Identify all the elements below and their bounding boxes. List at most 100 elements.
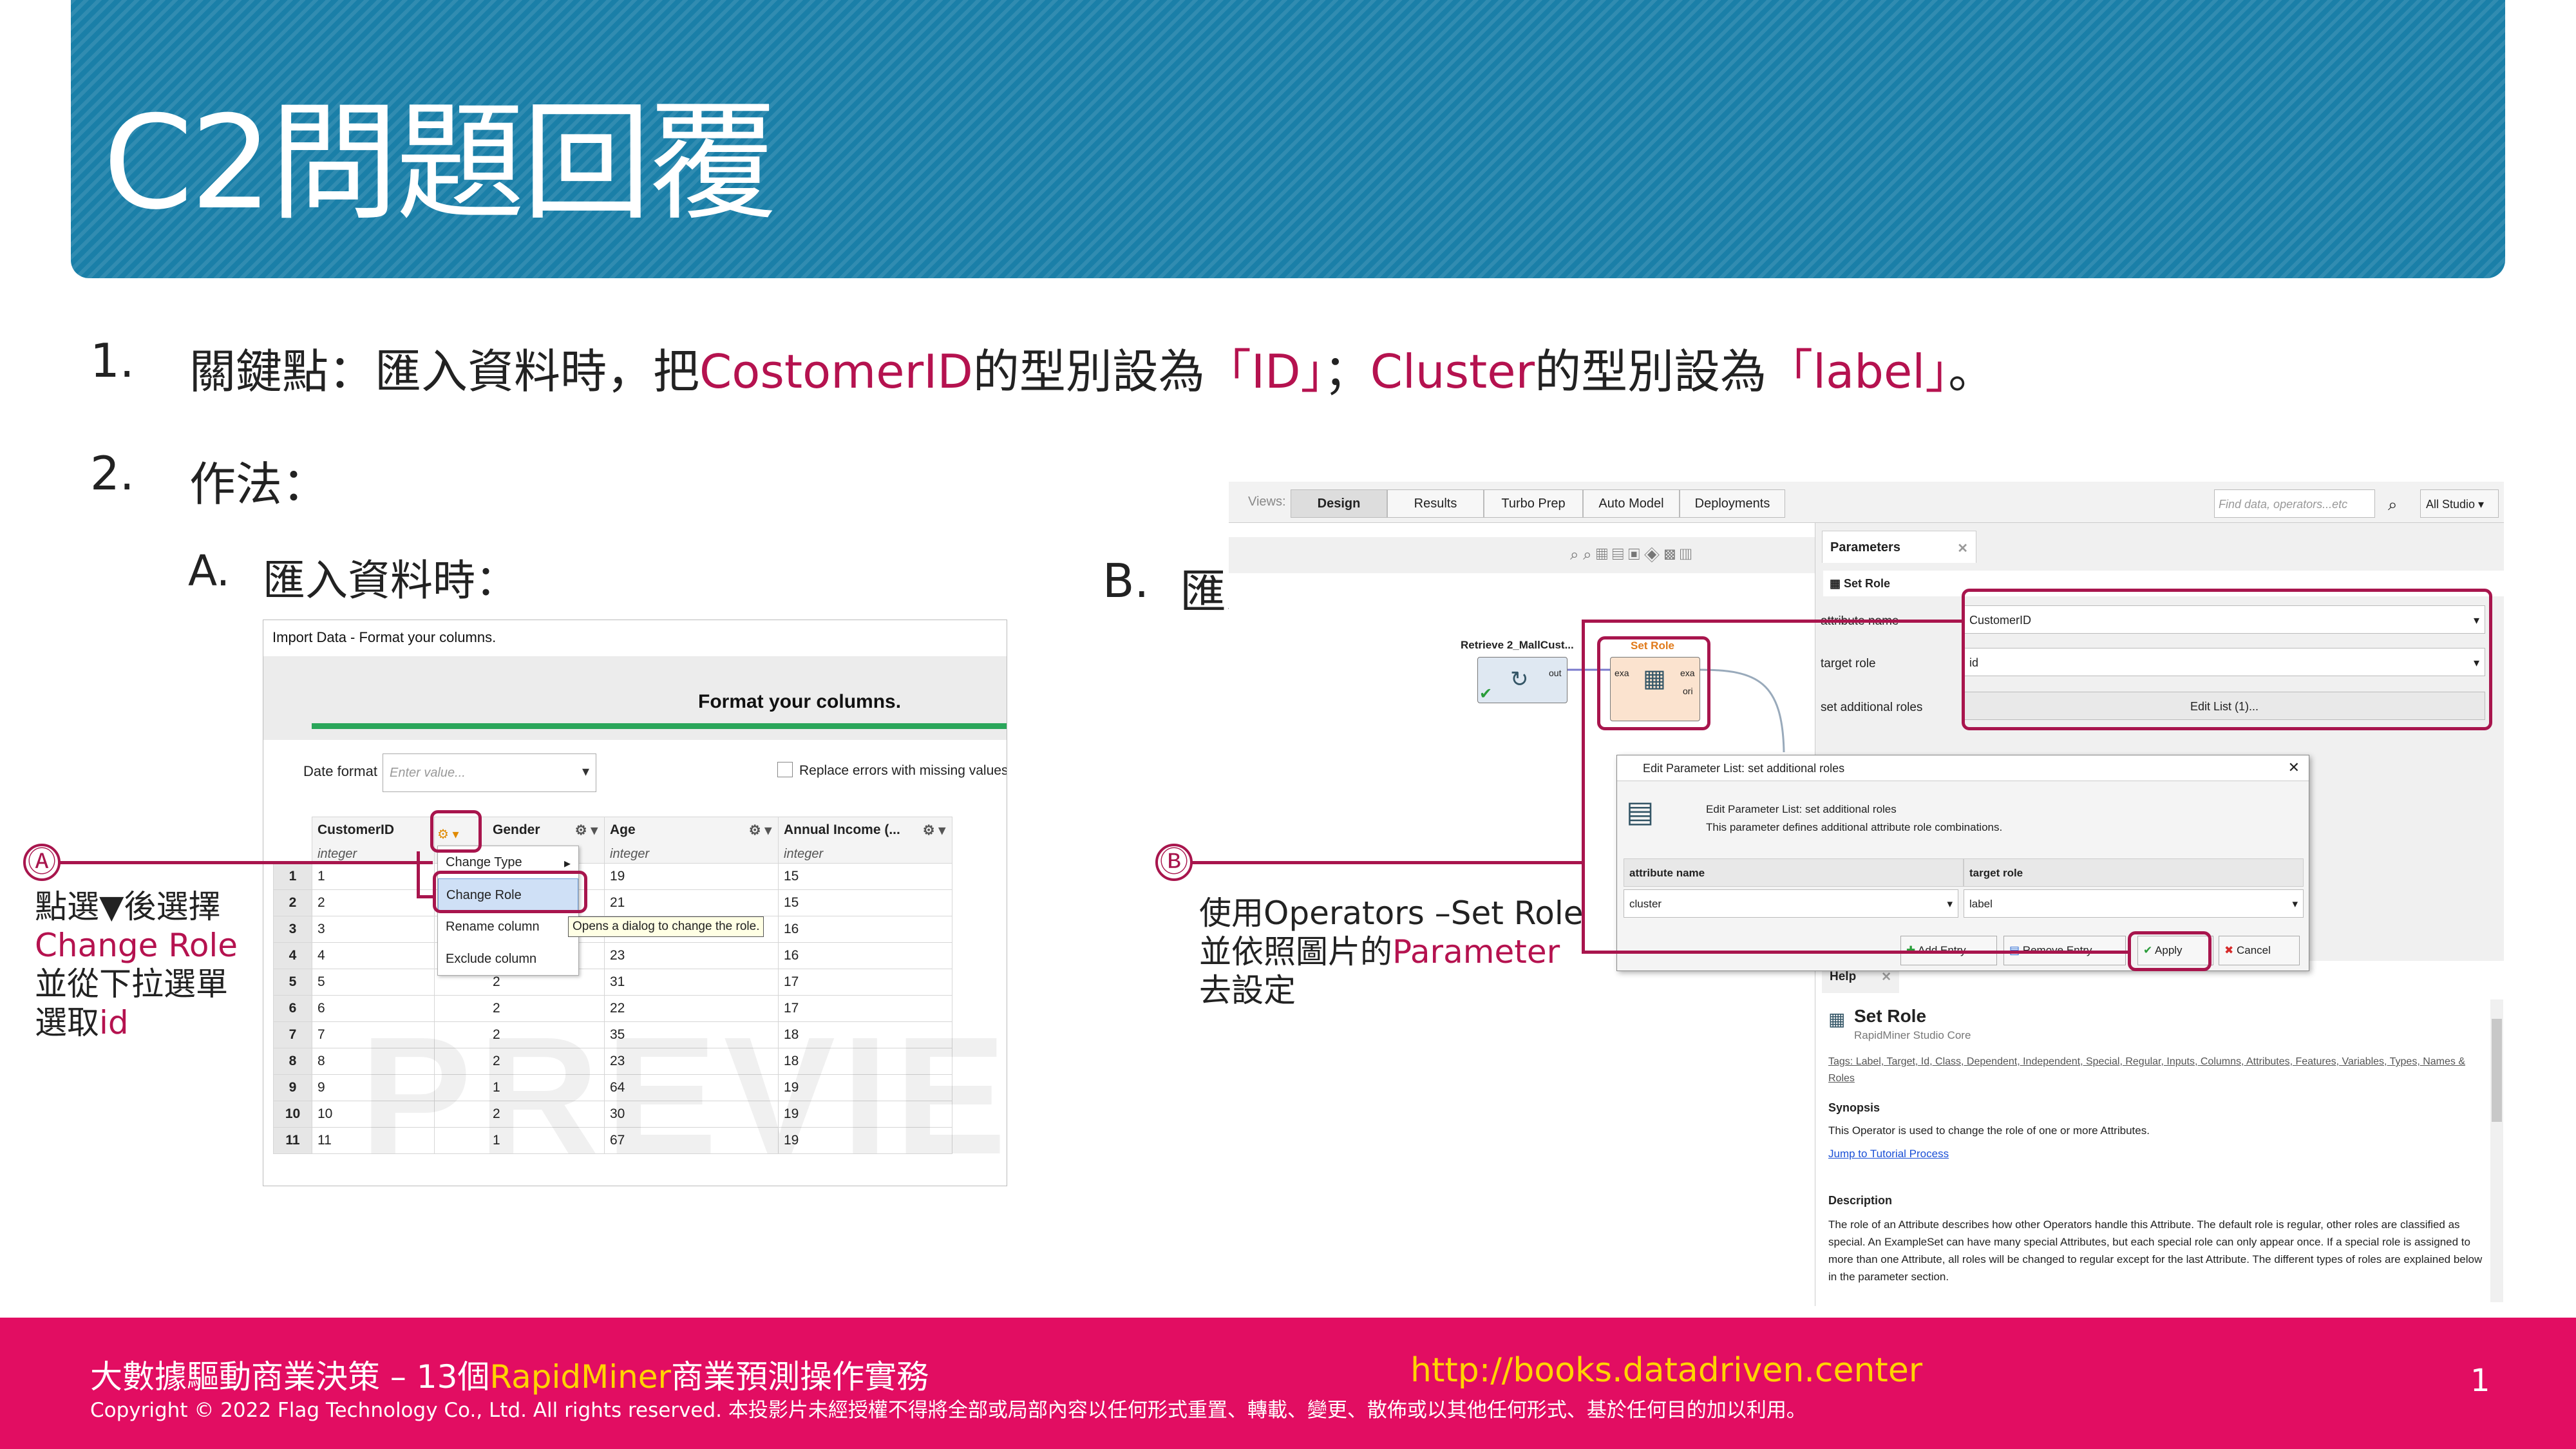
close-icon[interactable]: ✕ (1881, 970, 1891, 985)
dialog-titlebar: Edit Parameter List: set additional role… (1617, 755, 2309, 781)
date-format-input[interactable]: Enter value... ▾ (383, 753, 596, 792)
menu-item-exclude-column[interactable]: Exclude column (438, 943, 578, 975)
callout-b-operator-highlight (1597, 636, 1710, 730)
slide-title: C2問題回覆 (103, 88, 777, 238)
gear-icon[interactable]: ⚙ ▾ (923, 822, 945, 838)
callout-b-text: 使用Operators –Set Role 並依照圖片的Parameter 去設… (1199, 894, 1583, 1010)
menu-item-label: Change Type (446, 855, 522, 869)
column-type: integer (610, 847, 650, 861)
column-name: CustomerID (317, 822, 395, 837)
search-icon[interactable]: ⌕ (2388, 495, 2398, 515)
callout-b-connector (1582, 620, 1963, 623)
footer-copyright: Copyright © 2022 Flag Technology Co., Lt… (90, 1399, 1806, 1422)
point1-number: 1. (90, 334, 135, 388)
table-cell: 3 (312, 916, 435, 943)
parameters-tab-label: Parameters (1830, 540, 1900, 554)
scrollbar-thumb[interactable] (2492, 1019, 2502, 1122)
table-cell: 21 (604, 889, 779, 916)
chevron-down-icon[interactable]: ▾ (582, 763, 589, 780)
progress-line (312, 723, 1007, 729)
callout-a-line2: Change Role (35, 927, 238, 964)
import-heading: Format your columns. (698, 691, 902, 712)
help-panel: Help ✕ ▦ Set Role RapidMiner Studio Core … (1815, 961, 2504, 1306)
callout-a-connector (417, 851, 420, 898)
callout-a-line1: 點選▼後選擇 (35, 888, 221, 925)
callout-b-params-highlight (1962, 589, 2492, 730)
set-role-icon: ▦ (1828, 1009, 1846, 1029)
cancel-button[interactable]: ✖ Cancel (2219, 936, 2300, 965)
point1-text-a: 關鍵點：匯入資料時，把 (189, 345, 700, 399)
close-icon[interactable]: ✕ (2288, 759, 2300, 776)
import-data-screenshot: Import Data - Format your columns. Forma… (263, 620, 1007, 1186)
table-cell: 16 (778, 916, 952, 943)
row-number: 1 (273, 863, 312, 890)
row-number: 7 (273, 1021, 312, 1048)
gear-icon[interactable]: ⚙ ▾ (575, 822, 598, 838)
footer-book-a: 大數據驅動商業決策 – 13個 (90, 1358, 490, 1396)
section-a-text: 匯入資料時： (263, 556, 518, 605)
parameters-tab[interactable]: Parameters ✕ (1822, 531, 1976, 563)
table-header-row: CustomerID integer Gender ⚙ ▾ Age ⚙ ▾ intege… (273, 817, 952, 864)
synopsis-text: This Operator is used to change the role… (1828, 1124, 2150, 1137)
point1-hl-c: Cluster (1370, 345, 1535, 399)
callout-b-line2a: 並依照圖片的 (1199, 933, 1392, 971)
point1-text-c: ； (1323, 345, 1370, 399)
help-tags[interactable]: Tags: Label, Target, Id, Class, Dependen… (1828, 1054, 2492, 1087)
table-cell: 4 (312, 942, 435, 969)
connection-line (1700, 668, 1785, 753)
footer-url[interactable]: http://books.datadriven.center (1410, 1351, 1922, 1390)
table-cell: 15 (778, 863, 952, 890)
callout-b-line3: 去設定 (1199, 972, 1296, 1009)
gear-icon[interactable]: ⚙ ▾ (749, 822, 772, 838)
dialog-role-value: label (1969, 898, 1993, 910)
callout-a-line (59, 861, 433, 864)
close-icon: ✖ (2224, 944, 2237, 956)
menu-item-rename-column[interactable]: Rename column (438, 911, 578, 943)
scrollbar[interactable] (2490, 999, 2503, 1302)
row-number-header (273, 817, 312, 864)
replace-errors-checkbox[interactable] (777, 762, 793, 777)
tutorial-link[interactable]: Jump to Tutorial Process (1828, 1148, 1949, 1160)
point1-text: 關鍵點：匯入資料時，把CostomerID的型別設為「ID」；Cluster的型… (189, 334, 1994, 401)
row-number: 2 (273, 889, 312, 916)
row-number: 8 (273, 1048, 312, 1075)
help-subtitle: RapidMiner Studio Core (1854, 1029, 1971, 1041)
dialog-attribute-select[interactable]: cluster ▾ (1624, 889, 1958, 918)
callout-b-line (1191, 861, 1584, 864)
callout-a-marker: Ⓐ (23, 844, 61, 881)
callout-b-line2b: Parameter (1392, 933, 1560, 971)
column-header[interactable]: Annual Income (... ⚙ ▾ integer (778, 817, 952, 864)
point1-hl-b: 「ID」 (1204, 345, 1324, 399)
table-cell: 2 (312, 889, 435, 916)
callout-a-text: 點選▼後選擇 Change Role 並從下拉選單 選取id (35, 887, 238, 1042)
help-title: Set Role (1854, 1006, 1927, 1026)
dialog-col1-header: attribute name (1624, 858, 1964, 887)
column-header[interactable]: CustomerID integer (312, 817, 435, 864)
point1-hl-a: CostomerID (699, 345, 973, 399)
studio-dropdown[interactable]: All Studio ▾ (2420, 489, 2499, 518)
chevron-down-icon[interactable]: ▾ (2292, 898, 2298, 911)
row-number: 10 (273, 1101, 312, 1128)
description-text: The role of an Attribute describes how o… (1828, 1218, 2483, 1283)
dialog-attribute-value: cluster (1629, 898, 1662, 910)
table-cell: 15 (778, 889, 952, 916)
point1-text-e: 。 (1948, 345, 1995, 399)
dialog-role-select[interactable]: label ▾ (1964, 889, 2304, 918)
set-role-icon: ▦ (1830, 577, 1844, 590)
page-number: 1 (2470, 1363, 2490, 1399)
callout-a-line4: 選取id (35, 1003, 238, 1042)
date-format-label: Date format (303, 763, 377, 779)
chevron-down-icon[interactable]: ▾ (1947, 898, 1953, 911)
table-row: 4422316 (273, 942, 952, 969)
row-number: 3 (273, 916, 312, 943)
callout-a-gear-highlight (430, 810, 482, 853)
column-header[interactable]: Age ⚙ ▾ integer (604, 817, 779, 864)
point2-number: 2. (90, 446, 135, 500)
search-input[interactable]: Find data, operators...etc (2214, 489, 2375, 518)
callout-b-line1: 使用Operators –Set Role (1199, 895, 1584, 932)
point1-text-b: 的型別設為 (972, 345, 1205, 399)
table-cell: 5 (312, 969, 435, 996)
section-a-label: A. (188, 546, 230, 596)
close-icon[interactable]: ✕ (1957, 540, 1968, 556)
dialog-description: This parameter defines additional attrib… (1706, 821, 2003, 833)
